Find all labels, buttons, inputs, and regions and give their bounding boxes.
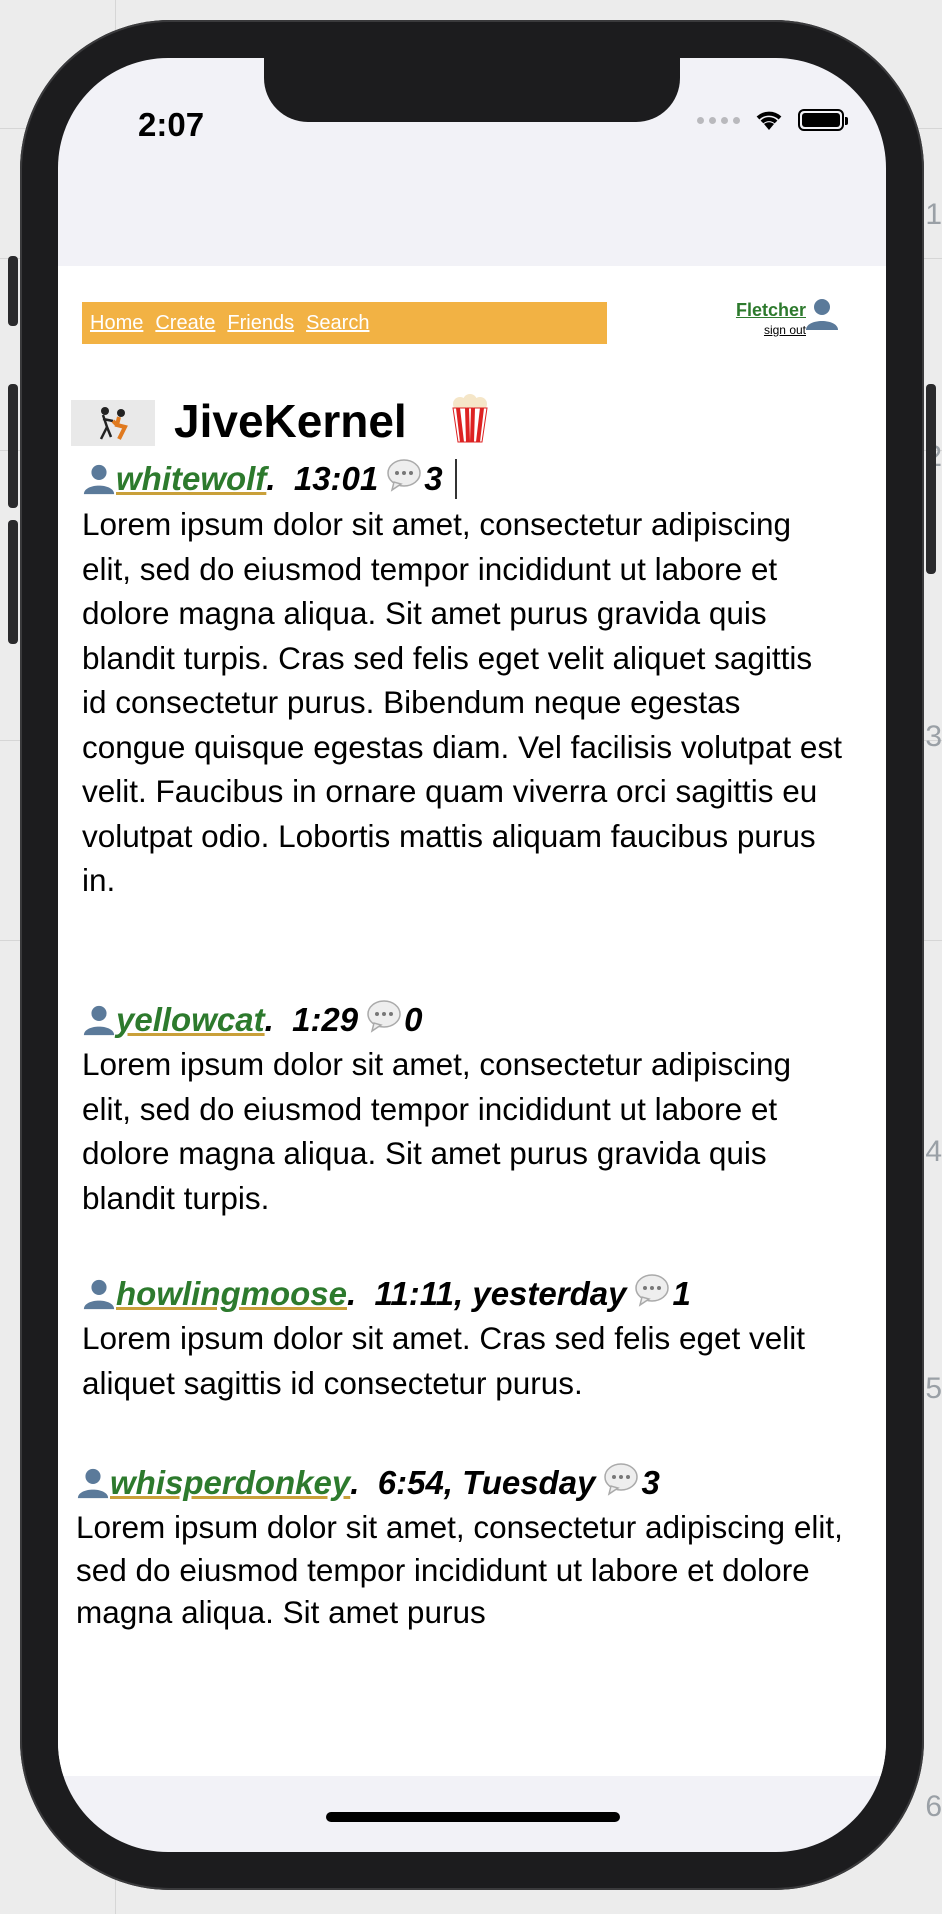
post-time: 1:29: [292, 1001, 359, 1038]
volume-down-button: [8, 520, 18, 644]
bg-number: 5: [925, 1372, 942, 1405]
battery-icon: [798, 109, 848, 131]
post-username-link[interactable]: yellowcat: [116, 1001, 265, 1039]
post-time: 6:54, Tuesday: [377, 1464, 596, 1501]
nav-link-create[interactable]: Create: [155, 312, 215, 335]
user-area: Fletcher sign out: [702, 300, 806, 337]
comment-count[interactable]: 1: [672, 1275, 690, 1313]
volume-up-button: [8, 384, 18, 508]
user-icon: [83, 1005, 115, 1036]
post-header: yellowcat . 1:29 0: [82, 999, 423, 1041]
comment-count[interactable]: 0: [404, 1001, 422, 1039]
user-icon: [83, 464, 115, 495]
comment-bubble-icon[interactable]: [603, 1462, 639, 1504]
sign-out-link[interactable]: sign out: [702, 323, 806, 337]
popcorn-icon: [452, 394, 488, 443]
wifi-icon: [756, 111, 782, 130]
post-username-link[interactable]: whitewolf: [116, 460, 266, 498]
text-cursor: [454, 459, 457, 499]
post-separator: .: [347, 1275, 375, 1312]
user-avatar-icon[interactable]: [804, 296, 840, 332]
post-separator: .: [266, 460, 294, 497]
status-icons: [697, 108, 848, 132]
post-header: whisperdonkey . 6:54, Tuesday 3: [76, 1462, 660, 1504]
bg-number: 6: [925, 1790, 942, 1823]
comment-bubble-icon[interactable]: [386, 458, 422, 500]
nav-link-home[interactable]: Home: [90, 312, 143, 335]
comment-count[interactable]: 3: [641, 1464, 659, 1502]
bg-number: 4: [925, 1135, 942, 1168]
user-icon: [77, 1468, 109, 1499]
nav-bar: Home Create Friends Search: [82, 302, 607, 344]
phone-frame: 2:07 Home Create Friends Search Fletcher…: [8, 20, 936, 1890]
bg-number: 1: [925, 198, 942, 231]
comment-bubble-icon[interactable]: [634, 1273, 670, 1315]
bg-number: 3: [925, 720, 942, 753]
notch: [264, 58, 680, 122]
post-separator: .: [350, 1464, 378, 1501]
post-separator: .: [264, 1001, 293, 1038]
post-body: Lorem ipsum dolor sit amet, consectetur …: [76, 1509, 843, 1630]
user-name-link[interactable]: Fletcher: [702, 300, 806, 321]
page-title: JiveKernel: [174, 395, 407, 447]
home-indicator[interactable]: [326, 1812, 620, 1822]
user-icon: [83, 1279, 115, 1310]
side-button: [8, 256, 18, 326]
web-content: Home Create Friends Search Fletcher sign…: [58, 266, 886, 1776]
site-logo: [71, 400, 155, 446]
nav-link-friends[interactable]: Friends: [227, 312, 294, 335]
status-time: 2:07: [138, 106, 205, 143]
phone-screen: 2:07 Home Create Friends Search Fletcher…: [58, 58, 886, 1852]
post-time: 11:11, yesterday: [374, 1275, 627, 1312]
power-button: [926, 384, 936, 574]
post-body: Lorem ipsum dolor sit amet. Cras sed fel…: [82, 1320, 806, 1401]
post-time: 13:01: [293, 460, 379, 497]
post-username-link[interactable]: howlingmoose: [116, 1275, 347, 1313]
post-body: Lorem ipsum dolor sit amet, consectetur …: [82, 1046, 792, 1216]
comment-bubble-icon[interactable]: [366, 999, 402, 1041]
comment-count[interactable]: 3: [424, 460, 442, 498]
post-username-link[interactable]: whisperdonkey: [110, 1464, 350, 1502]
post-body: Lorem ipsum dolor sit amet, consectetur …: [82, 506, 842, 898]
nav-link-search[interactable]: Search: [306, 312, 369, 335]
dancers-icon: [99, 407, 128, 440]
post-header: whitewolf . 13:01 3: [82, 458, 457, 500]
post-header: howlingmoose . 11:11, yesterday 1: [82, 1273, 691, 1315]
signal-icon: [697, 116, 740, 124]
